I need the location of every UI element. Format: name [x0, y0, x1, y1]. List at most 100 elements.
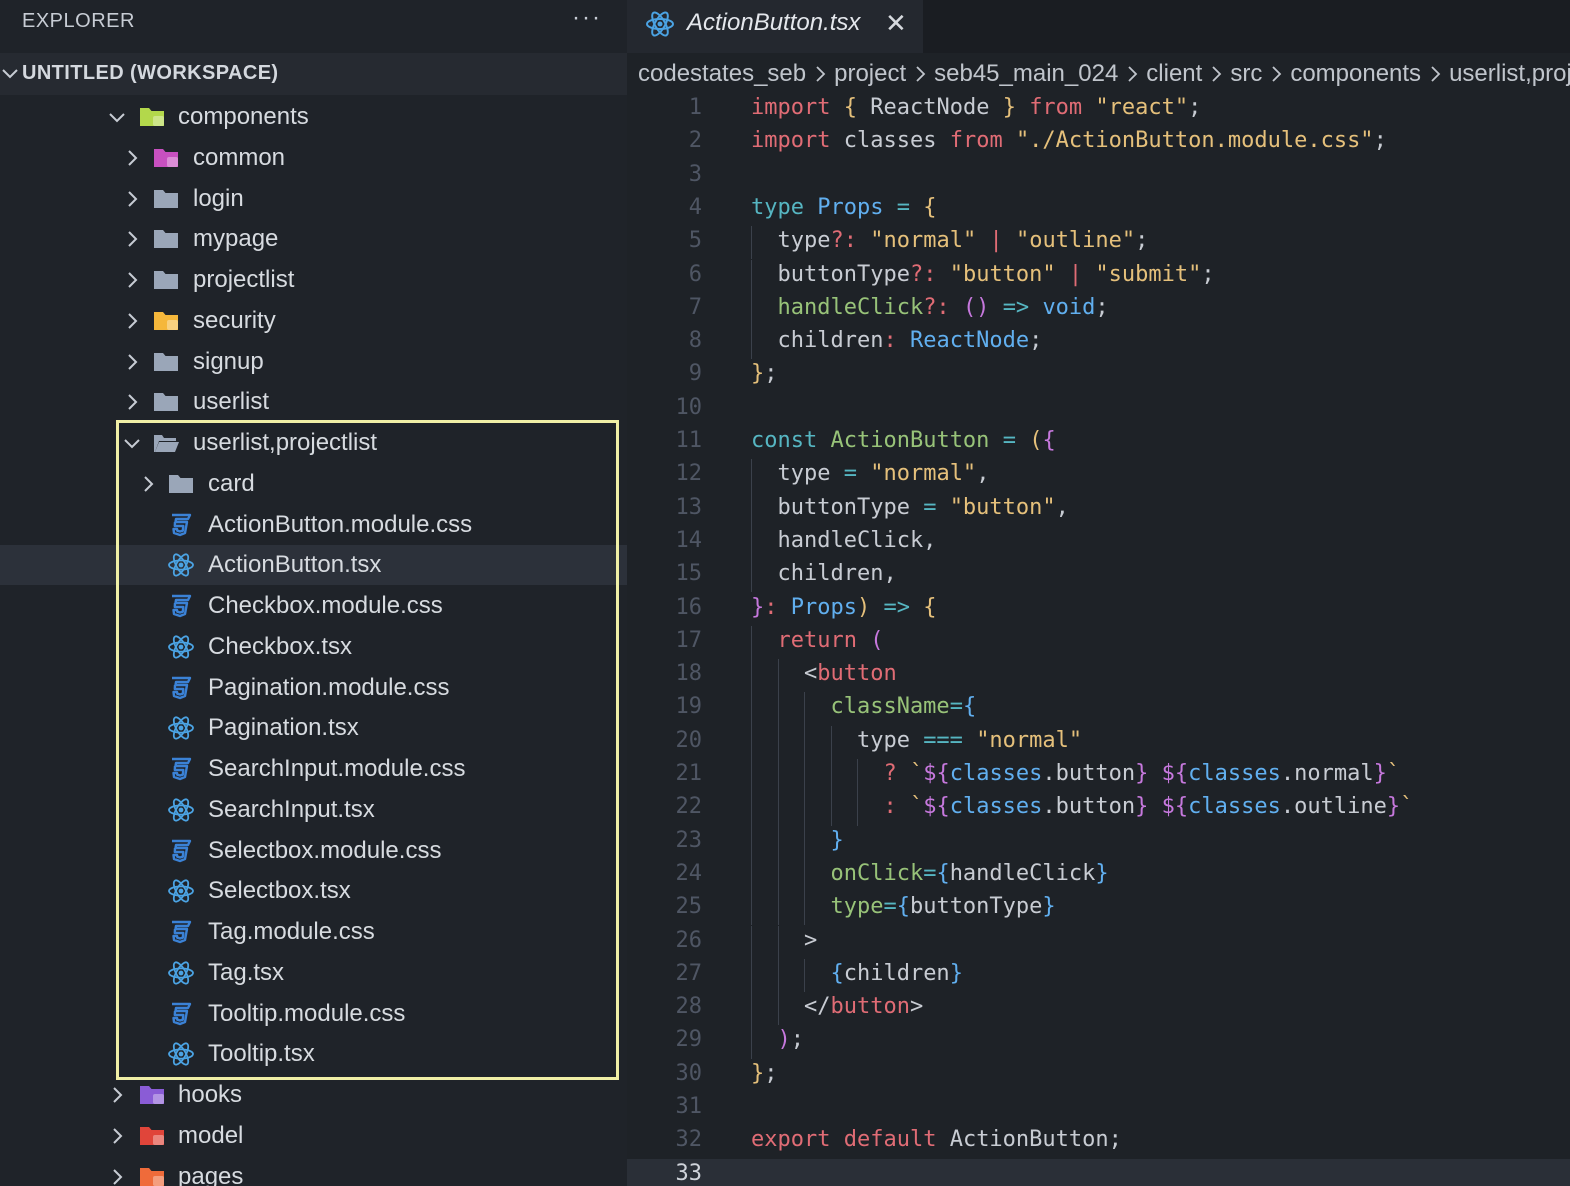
tree-item-signup[interactable]: signup [0, 342, 627, 382]
code-line[interactable]: 24 onClick={handleClick} [627, 858, 1570, 893]
code-line[interactable]: 4 type Props = { [627, 193, 1570, 226]
react-file-icon [168, 879, 194, 903]
breadcrumb-item[interactable]: seb45_main_024 [934, 60, 1118, 88]
tree-item-pagination-tsx[interactable]: Pagination.tsx [0, 708, 627, 748]
tree-item-tag-module-css[interactable]: Tag.module.css [0, 912, 627, 952]
tree-item-card[interactable]: card [0, 464, 627, 504]
tree-item-tag-tsx[interactable]: Tag.tsx [0, 953, 627, 993]
tree-item-selectbox-module-css[interactable]: Selectbox.module.css [0, 831, 627, 871]
tree-item-projectlist[interactable]: projectlist [0, 260, 627, 300]
workspace-section-header[interactable]: UNTITLED (WORKSPACE) [0, 53, 627, 95]
code-line[interactable]: 7 handleClick?: () => void; [627, 292, 1570, 327]
chevron-right-icon [113, 1128, 123, 1144]
indent-guide [830, 725, 832, 759]
tree-item-login[interactable]: login [0, 179, 627, 219]
code-line[interactable]: 3 [627, 160, 1570, 193]
tree-item-selectbox-tsx[interactable]: Selectbox.tsx [0, 871, 627, 911]
explorer-sidebar: EXPLORER ··· UNTITLED (WORKSPACE) compon… [0, 0, 627, 1186]
folder-icon [154, 352, 178, 371]
tree-item-label: hooks [178, 1081, 243, 1108]
code-line[interactable]: 22 : `${classes.button} ${classes.outlin… [627, 792, 1570, 826]
code-line[interactable]: 12 type = "normal", [627, 459, 1570, 493]
code-line[interactable]: 9}; [627, 359, 1570, 392]
tree-item-searchinput-module-css[interactable]: SearchInput.module.css [0, 749, 627, 789]
tree-item-searchinput-tsx[interactable]: SearchInput.tsx [0, 790, 627, 830]
indent-guide [751, 1025, 752, 1059]
code-text: > [751, 927, 818, 953]
code-line[interactable]: 10 [627, 393, 1570, 426]
code-line[interactable]: 29 ); [627, 1025, 1570, 1059]
code-line[interactable]: 17 return ( [627, 625, 1570, 660]
code-line[interactable]: 5 type?: "normal" | "outline"; [627, 226, 1570, 260]
tree-item-pages[interactable]: pages [0, 1157, 627, 1186]
folder-icon [154, 189, 178, 208]
code-line[interactable]: 11 const ActionButton = ({ [627, 426, 1570, 459]
tree-item-tooltip-module-css[interactable]: Tooltip.module.css [0, 994, 627, 1034]
tree-item-userlist-projectlist[interactable]: userlist,projectlist [0, 423, 627, 463]
tree-item-label: components [178, 103, 309, 130]
code-line[interactable]: 20 type === "normal" [627, 725, 1570, 759]
tree-item-pagination-module-css[interactable]: Pagination.module.css [0, 668, 627, 708]
code-line[interactable]: 32 export default ActionButton; [627, 1125, 1570, 1158]
tree-item-tooltip-tsx[interactable]: Tooltip.tsx [0, 1034, 627, 1074]
chevron-down-icon [124, 439, 140, 449]
code-text: ); [751, 1027, 804, 1053]
tree-item-security[interactable]: security [0, 301, 627, 341]
folder-open-icon [154, 435, 179, 452]
tab-actionbutton-tsx[interactable]: ActionButton.tsx ✕ [627, 0, 923, 53]
code-line[interactable]: 6 buttonType?: "button" | "submit"; [627, 259, 1570, 293]
code-line[interactable]: 21 ? `${classes.button} ${classes.normal… [627, 759, 1570, 793]
tree-item-userlist[interactable]: userlist [0, 382, 627, 422]
tree-item-actionbutton-module-css[interactable]: ActionButton.module.css [0, 505, 627, 545]
line-number: 29 [675, 1027, 703, 1053]
code-line[interactable]: 13 buttonType = "button", [627, 492, 1570, 526]
code-line[interactable]: 14 handleClick, [627, 525, 1570, 560]
tree-item-checkbox-tsx[interactable]: Checkbox.tsx [0, 627, 627, 667]
code-line[interactable]: 19 className={ [627, 692, 1570, 726]
code-line[interactable]: 1 import { ReactNode } from "react"; [627, 93, 1570, 126]
tree-item-common[interactable]: common [0, 138, 627, 178]
breadcrumb-item[interactable]: components [1290, 60, 1421, 88]
code-line[interactable]: 18 <button [627, 659, 1570, 693]
breadcrumb-item[interactable]: userlist,projectlist [1449, 60, 1570, 88]
line-number: 21 [675, 761, 703, 786]
breadcrumb-item[interactable]: client [1146, 60, 1202, 88]
code-line[interactable]: 2 import classes from "./ActionButton.mod… [627, 126, 1570, 159]
code-line[interactable]: 23 } [627, 825, 1570, 859]
indent-guide [777, 992, 779, 1026]
breadcrumb-item[interactable]: codestates_seb [638, 60, 806, 88]
code-line[interactable]: 33 [627, 1158, 1570, 1186]
code-line[interactable]: 8 children: ReactNode; [627, 326, 1570, 360]
indent-guide [830, 759, 832, 793]
chevron-right-icon [128, 150, 138, 166]
line-number: 6 [688, 261, 702, 287]
breadcrumb-item[interactable]: src [1230, 60, 1262, 88]
tree-item-actionbutton-tsx[interactable]: ActionButton.tsx [0, 545, 627, 586]
indent-guide [751, 825, 752, 859]
line-number: 19 [675, 694, 703, 720]
code-line[interactable]: 26 > [627, 925, 1570, 959]
editor-pane: ActionButton.tsx ✕ codestates_seb project… [627, 0, 1570, 1186]
line-number: 24 [675, 860, 703, 886]
indent-guide [777, 858, 779, 893]
tree-item-checkbox-module-css[interactable]: Checkbox.module.css [0, 586, 627, 626]
code-line[interactable]: 30}; [627, 1059, 1570, 1092]
tree-item-components[interactable]: components [0, 97, 627, 137]
breadcrumb-item[interactable]: project [834, 60, 906, 88]
tree-item-mypage[interactable]: mypage [0, 219, 627, 259]
tree-item-model[interactable]: model [0, 1116, 627, 1156]
tree-item-hooks[interactable]: hooks [0, 1075, 627, 1115]
code-line[interactable]: 31 [627, 1092, 1570, 1125]
code-line[interactable]: 16}: Props) => { [627, 593, 1570, 626]
model-folder-icon [140, 1126, 164, 1145]
code-line[interactable]: 15 children, [627, 559, 1570, 593]
close-icon[interactable]: ✕ [885, 8, 907, 39]
code-line[interactable]: 27 {children} [627, 958, 1570, 993]
code-area[interactable]: 1 import { ReactNode } from "react"; 2 impo… [627, 93, 1570, 1186]
code-line[interactable]: 28 </button> [627, 992, 1570, 1026]
line-number: 2 [688, 128, 702, 154]
code-text: type = "normal", [751, 461, 990, 487]
more-actions-icon[interactable]: ··· [572, 4, 602, 32]
code-line[interactable]: 25 type={buttonType} [627, 892, 1570, 926]
code-text: import { ReactNode } from "react"; [751, 95, 1202, 120]
